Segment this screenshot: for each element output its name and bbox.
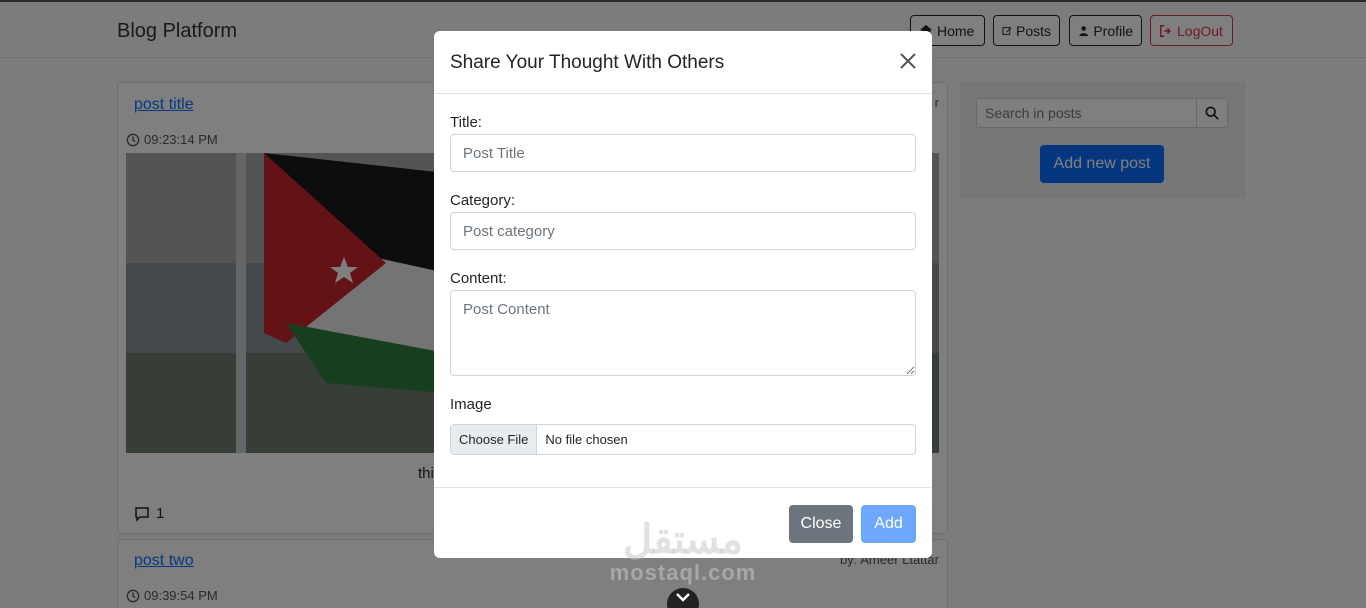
close-button[interactable]: Close xyxy=(789,505,853,543)
watermark-arabic: مستقل xyxy=(623,518,743,562)
image-label: Image xyxy=(450,396,492,413)
file-status: No file chosen xyxy=(545,432,628,447)
add-button[interactable]: Add xyxy=(861,505,916,543)
image-file-input[interactable]: Choose File No file chosen xyxy=(450,424,916,455)
new-post-modal: Share Your Thought With Others Title: Ca… xyxy=(434,31,932,558)
title-input[interactable] xyxy=(450,134,916,172)
modal-title: Share Your Thought With Others xyxy=(450,52,725,73)
content-label: Content: xyxy=(450,270,507,287)
chevron-down-icon xyxy=(676,593,690,602)
modal-header: Share Your Thought With Others xyxy=(434,31,932,94)
content-textarea[interactable] xyxy=(450,290,916,376)
title-label: Title: xyxy=(450,114,482,131)
watermark-latin: mostaql.com xyxy=(609,560,757,585)
category-label: Category: xyxy=(450,192,516,209)
category-input[interactable] xyxy=(450,212,916,250)
watermark-logo: مستقل mostaql.com xyxy=(600,520,766,586)
close-icon[interactable] xyxy=(898,51,918,71)
choose-file-button[interactable]: Choose File xyxy=(451,425,538,454)
